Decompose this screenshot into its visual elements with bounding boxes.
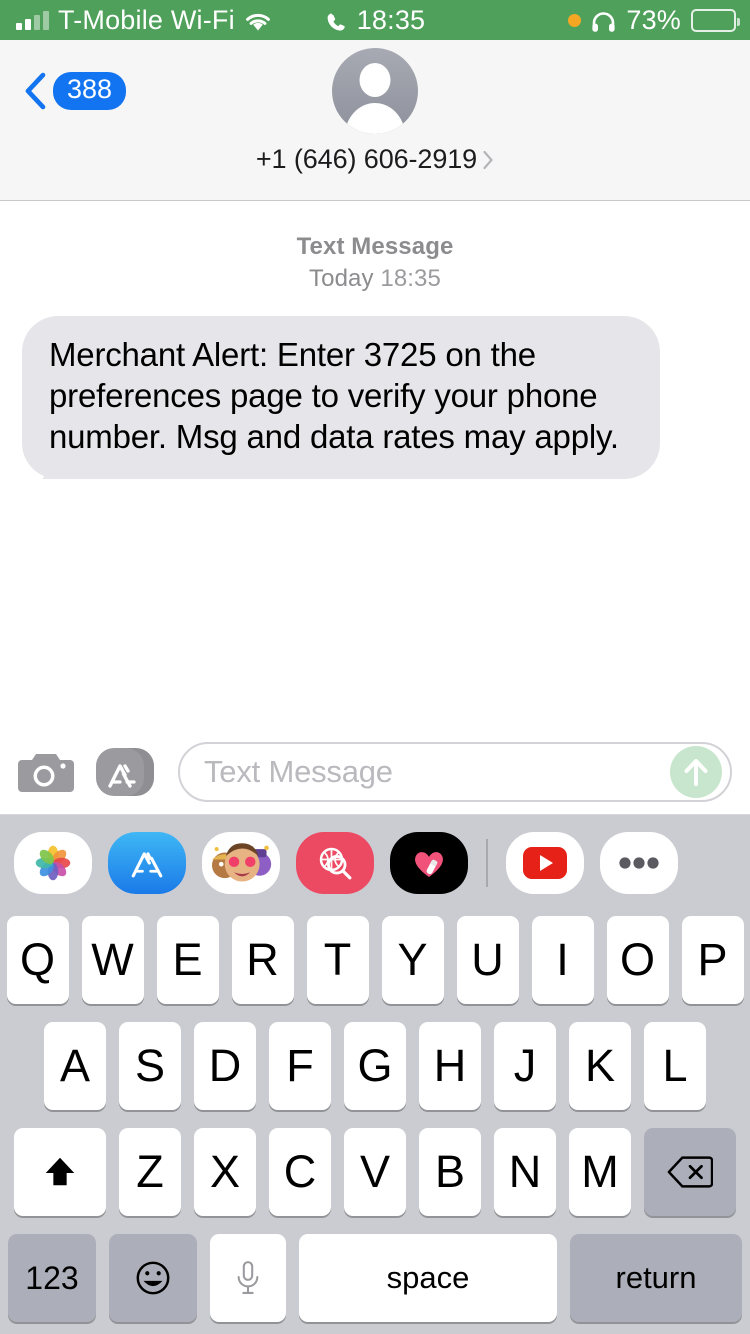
contact-name-row[interactable]: +1 (646) 606-2919 <box>256 144 494 175</box>
recording-dot-icon <box>568 13 582 27</box>
key-x[interactable]: X <box>194 1128 256 1216</box>
message-meta: Text Message Today 18:35 <box>0 231 750 296</box>
battery-icon <box>691 8 740 32</box>
phone-call-icon <box>325 9 347 31</box>
dictation-key[interactable] <box>210 1234 286 1322</box>
key-t[interactable]: T <box>306 916 369 1004</box>
photos-app-icon[interactable] <box>14 831 92 894</box>
key-a[interactable]: A <box>44 1022 106 1110</box>
key-m[interactable]: M <box>569 1128 631 1216</box>
on-screen-keyboard[interactable]: Q W E R T Y U I O P A S D F G H J K L Z … <box>0 910 750 1334</box>
key-b[interactable]: B <box>419 1128 481 1216</box>
app-store-icon[interactable] <box>92 744 160 800</box>
images-search-app-icon[interactable] <box>296 831 374 894</box>
carrier-label: T-Mobile Wi-Fi <box>58 4 235 35</box>
key-q[interactable]: Q <box>6 916 69 1004</box>
delete-key[interactable] <box>644 1128 736 1216</box>
contact-header[interactable]: +1 (646) 606-2919 <box>256 48 494 175</box>
unread-count-badge: 388 <box>53 72 127 110</box>
app-drawer-divider <box>486 838 488 887</box>
keyboard-row-3: Z X C V B N M <box>0 1128 750 1216</box>
key-n[interactable]: N <box>494 1128 556 1216</box>
key-v[interactable]: V <box>344 1128 406 1216</box>
memoji-app-icon[interactable] <box>202 831 280 894</box>
key-g[interactable]: G <box>344 1022 406 1110</box>
key-j[interactable]: J <box>494 1022 556 1110</box>
keyboard-row-1: Q W E R T Y U I O P <box>0 916 750 1004</box>
key-s[interactable]: S <box>119 1022 181 1110</box>
battery-percent-label: 73% <box>626 4 681 35</box>
conversation-list[interactable]: Text Message Today 18:35 Merchant Alert:… <box>0 201 750 729</box>
key-l[interactable]: L <box>644 1022 706 1110</box>
keyboard-row-4: 123 space return <box>0 1234 750 1322</box>
wifi-icon <box>244 9 272 31</box>
message-day-label: Today <box>309 265 374 293</box>
more-apps-icon[interactable] <box>600 831 678 894</box>
message-kind-label: Text Message <box>296 233 454 260</box>
avatar <box>331 48 418 134</box>
key-r[interactable]: R <box>231 916 294 1004</box>
keyboard-row-2: A S D F G H J K L <box>0 1022 750 1110</box>
status-bar-time: 18:35 <box>356 4 426 35</box>
navigation-bar: 388 +1 (646) 606-2919 <box>0 40 750 201</box>
emoji-key[interactable] <box>109 1234 197 1322</box>
key-u[interactable]: U <box>456 916 519 1004</box>
key-w[interactable]: W <box>81 916 144 1004</box>
send-button[interactable] <box>670 745 722 798</box>
message-text-field[interactable]: Text Message <box>178 741 732 802</box>
chevron-right-icon <box>482 150 494 170</box>
status-bar-left: T-Mobile Wi-Fi <box>0 5 272 36</box>
digital-touch-app-icon[interactable] <box>390 831 468 894</box>
key-z[interactable]: Z <box>119 1128 181 1216</box>
headphones-icon <box>591 9 616 32</box>
key-c[interactable]: C <box>269 1128 331 1216</box>
space-key[interactable]: space <box>299 1234 557 1322</box>
chevron-left-icon <box>24 72 46 110</box>
message-text: Merchant Alert: Enter 3725 on the prefer… <box>49 335 619 455</box>
key-o[interactable]: O <box>606 916 669 1004</box>
camera-icon[interactable] <box>18 747 74 797</box>
back-button[interactable]: 388 <box>24 72 127 110</box>
message-input-bar: Text Message <box>0 729 750 815</box>
key-p[interactable]: P <box>681 916 744 1004</box>
key-f[interactable]: F <box>269 1022 331 1110</box>
contact-name: +1 (646) 606-2919 <box>255 144 478 174</box>
status-bar-right: 73% <box>568 5 750 36</box>
key-k[interactable]: K <box>569 1022 631 1110</box>
numbers-key[interactable]: 123 <box>8 1234 96 1322</box>
return-key[interactable]: return <box>570 1234 742 1322</box>
bubble-tail-icon <box>34 453 60 479</box>
message-bubble-incoming[interactable]: Merchant Alert: Enter 3725 on the prefer… <box>22 315 660 479</box>
key-i[interactable]: I <box>531 916 594 1004</box>
shift-key[interactable] <box>14 1128 106 1216</box>
key-e[interactable]: E <box>156 916 219 1004</box>
message-row: Merchant Alert: Enter 3725 on the prefer… <box>0 315 750 479</box>
message-timestamp: Today 18:35 <box>0 263 750 295</box>
youtube-app-icon[interactable] <box>506 831 584 894</box>
app-store-app-icon[interactable] <box>108 831 186 894</box>
signal-bars-icon <box>16 10 49 30</box>
key-d[interactable]: D <box>194 1022 256 1110</box>
key-h[interactable]: H <box>419 1022 481 1110</box>
message-time-label: 18:35 <box>380 265 441 293</box>
messages-app-screen: T-Mobile Wi-Fi 18:35 73% 388 +1 (646) 60… <box>0 0 750 1334</box>
imessage-app-drawer[interactable] <box>0 815 750 910</box>
status-bar: T-Mobile Wi-Fi 18:35 73% <box>0 0 750 40</box>
message-input-placeholder: Text Message <box>204 753 393 789</box>
key-y[interactable]: Y <box>381 916 444 1004</box>
